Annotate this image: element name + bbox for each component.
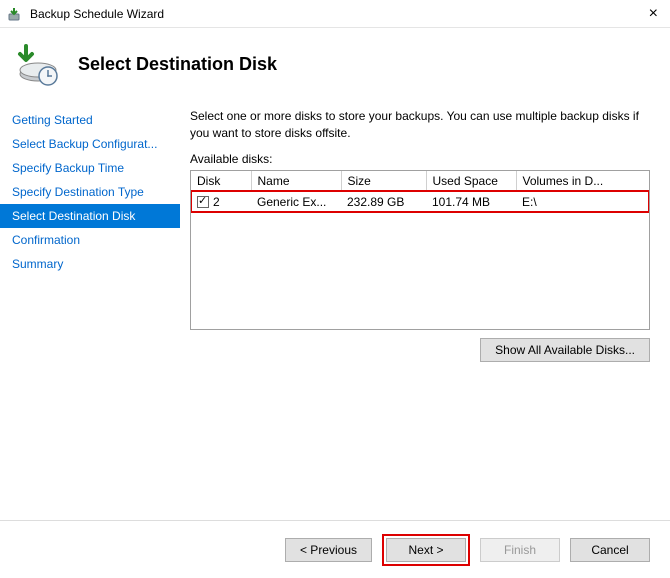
step-getting-started[interactable]: Getting Started	[0, 108, 180, 132]
disk-number: 2	[213, 195, 220, 209]
step-select-backup-config[interactable]: Select Backup Configurat...	[0, 132, 180, 156]
next-button-highlight: Next >	[382, 534, 470, 566]
col-used-space[interactable]: Used Space	[426, 171, 516, 192]
row-checkbox[interactable]	[197, 196, 209, 208]
cell-volumes: E:\	[516, 191, 649, 212]
available-disks-table: Disk Name Size Used Space Volumes in D..…	[190, 170, 650, 330]
previous-button[interactable]: < Previous	[285, 538, 372, 562]
col-name[interactable]: Name	[251, 171, 341, 192]
step-confirmation[interactable]: Confirmation	[0, 228, 180, 252]
cell-used: 101.74 MB	[426, 191, 516, 212]
instruction-text: Select one or more disks to store your b…	[190, 108, 650, 142]
cell-size: 232.89 GB	[341, 191, 426, 212]
wizard-steps-sidebar: Getting Started Select Backup Configurat…	[0, 102, 180, 520]
available-disks-label: Available disks:	[190, 152, 650, 166]
cell-disk: 2	[191, 191, 251, 212]
show-all-disks-button[interactable]: Show All Available Disks...	[480, 338, 650, 362]
step-summary[interactable]: Summary	[0, 252, 180, 276]
app-icon	[8, 6, 24, 22]
step-specify-backup-time[interactable]: Specify Backup Time	[0, 156, 180, 180]
step-select-destination-disk[interactable]: Select Destination Disk	[0, 204, 180, 228]
table-header-row: Disk Name Size Used Space Volumes in D..…	[191, 171, 649, 192]
wizard-main: Select one or more disks to store your b…	[180, 102, 670, 520]
titlebar: Backup Schedule Wizard ×	[0, 0, 670, 28]
page-title: Select Destination Disk	[78, 54, 277, 75]
cell-name: Generic Ex...	[251, 191, 341, 212]
table-row[interactable]: 2 Generic Ex... 232.89 GB 101.74 MB E:\	[191, 191, 649, 212]
step-specify-destination-type[interactable]: Specify Destination Type	[0, 180, 180, 204]
col-volumes[interactable]: Volumes in D...	[516, 171, 649, 192]
col-size[interactable]: Size	[341, 171, 426, 192]
window-title: Backup Schedule Wizard	[30, 7, 645, 21]
wizard-icon	[16, 40, 64, 88]
finish-button: Finish	[480, 538, 560, 562]
cancel-button[interactable]: Cancel	[570, 538, 650, 562]
wizard-header: Select Destination Disk	[0, 28, 670, 102]
col-disk[interactable]: Disk	[191, 171, 251, 192]
next-button[interactable]: Next >	[386, 538, 466, 562]
close-icon[interactable]: ×	[645, 6, 662, 22]
wizard-footer: < Previous Next > Finish Cancel	[0, 520, 670, 578]
